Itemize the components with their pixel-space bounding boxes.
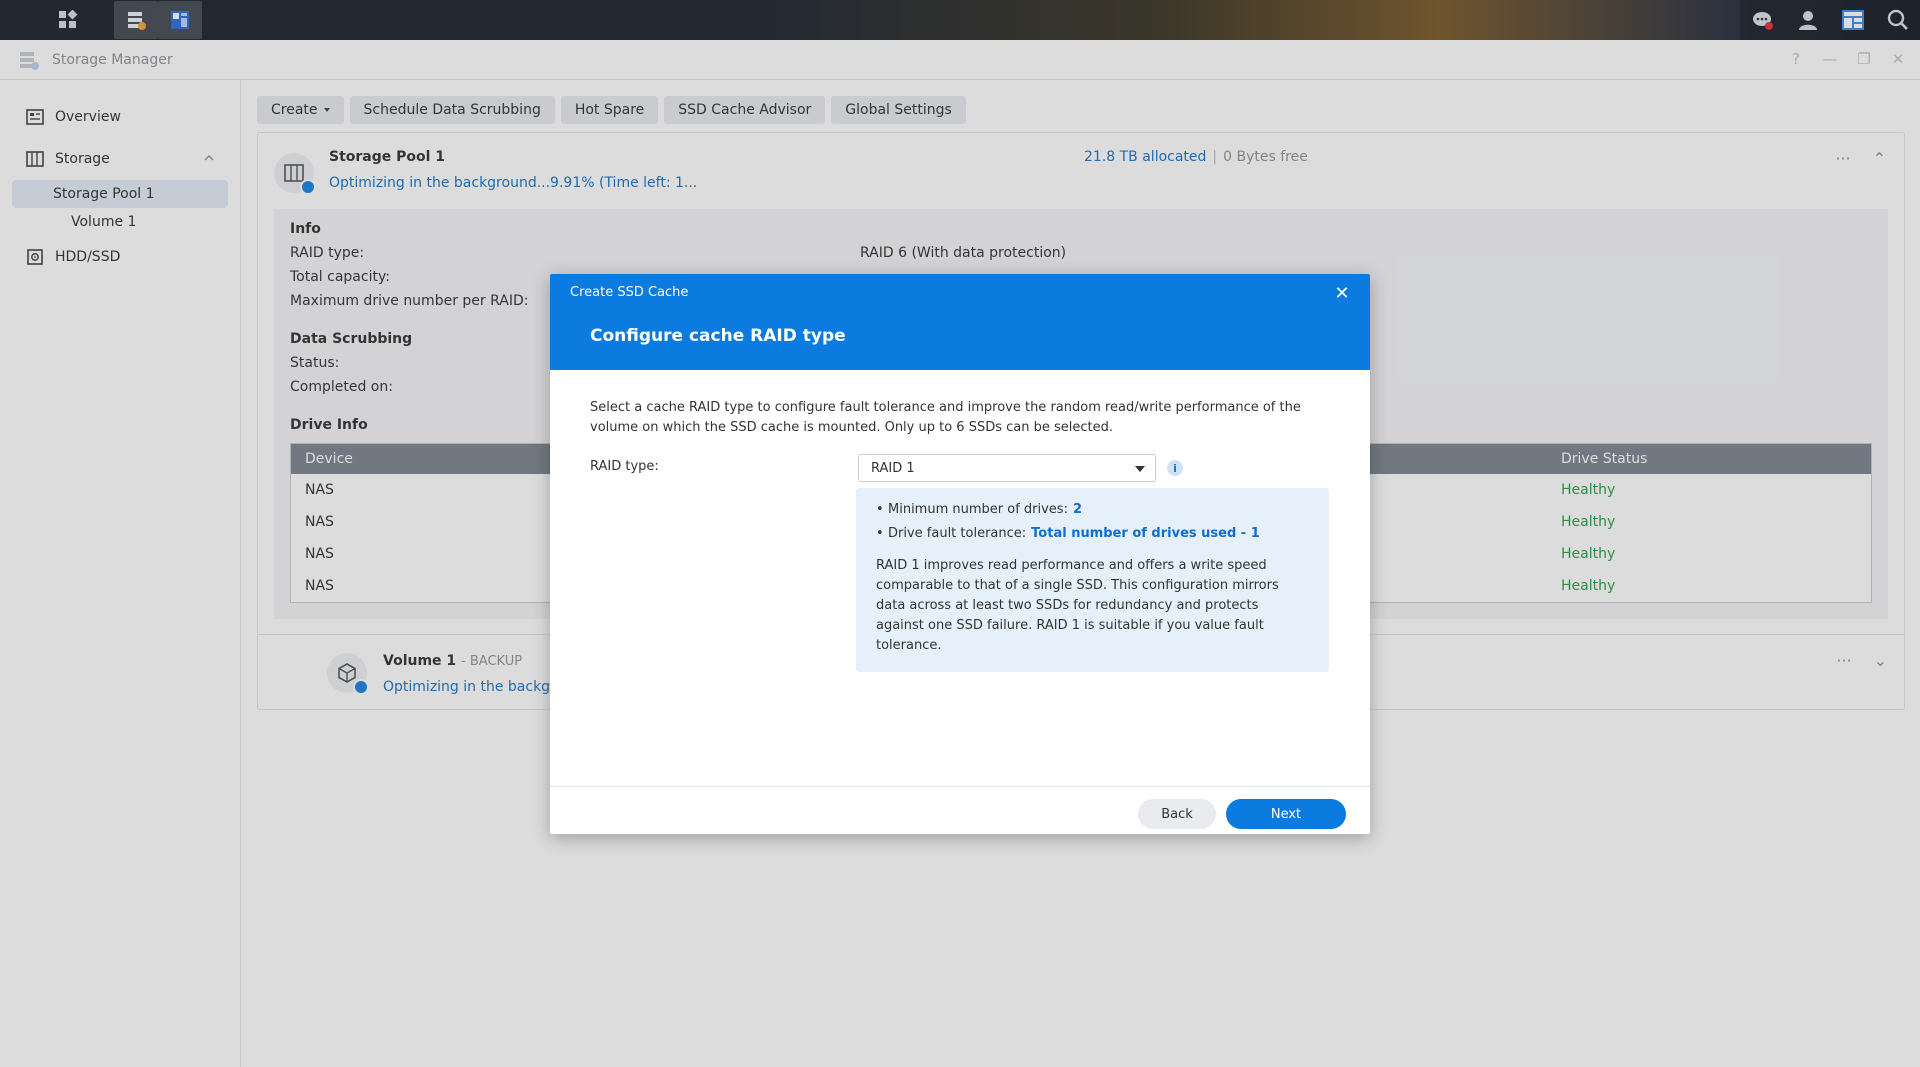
min-drives-bullet: • Minimum number of drives: 2 [876,502,1309,526]
fault-tolerance-bullet: • Drive fault tolerance: Total number of d… [876,526,1309,550]
raid-description: RAID 1 improves read performance and off… [876,558,1279,653]
min-drives-label: Minimum number of drives: [888,502,1068,517]
fault-tolerance-value: Total number of drives used - 1 [1031,526,1260,541]
dialog-title: Configure cache RAID type [590,326,846,346]
next-button[interactable]: Next [1226,799,1346,829]
close-icon[interactable]: ✕ [1332,283,1352,304]
dialog-footer: Back Next [550,786,1370,834]
create-ssd-cache-dialog: Create SSD Cache Configure cache RAID ty… [550,274,1370,834]
dialog-small-title: Create SSD Cache [570,285,689,300]
dialog-description: Select a cache RAID type to configure fa… [590,400,1301,435]
raid-type-field-label: RAID type: [590,459,659,474]
bullet-dot: • [876,502,884,517]
dialog-header: Create SSD Cache Configure cache RAID ty… [550,274,1370,370]
info-icon[interactable]: i [1167,460,1183,476]
raid-type-selected: RAID 1 [871,460,915,476]
dropdown-arrow-icon [1135,466,1145,472]
raid-type-select[interactable]: RAID 1 [858,454,1156,482]
bullet-dot: • [876,526,884,541]
fault-tolerance-label: Drive fault tolerance: [888,526,1027,541]
raid-info-box: • Minimum number of drives: 2 • Drive fault… [856,488,1329,672]
min-drives-value: 2 [1072,502,1083,517]
back-button[interactable]: Back [1138,799,1216,829]
